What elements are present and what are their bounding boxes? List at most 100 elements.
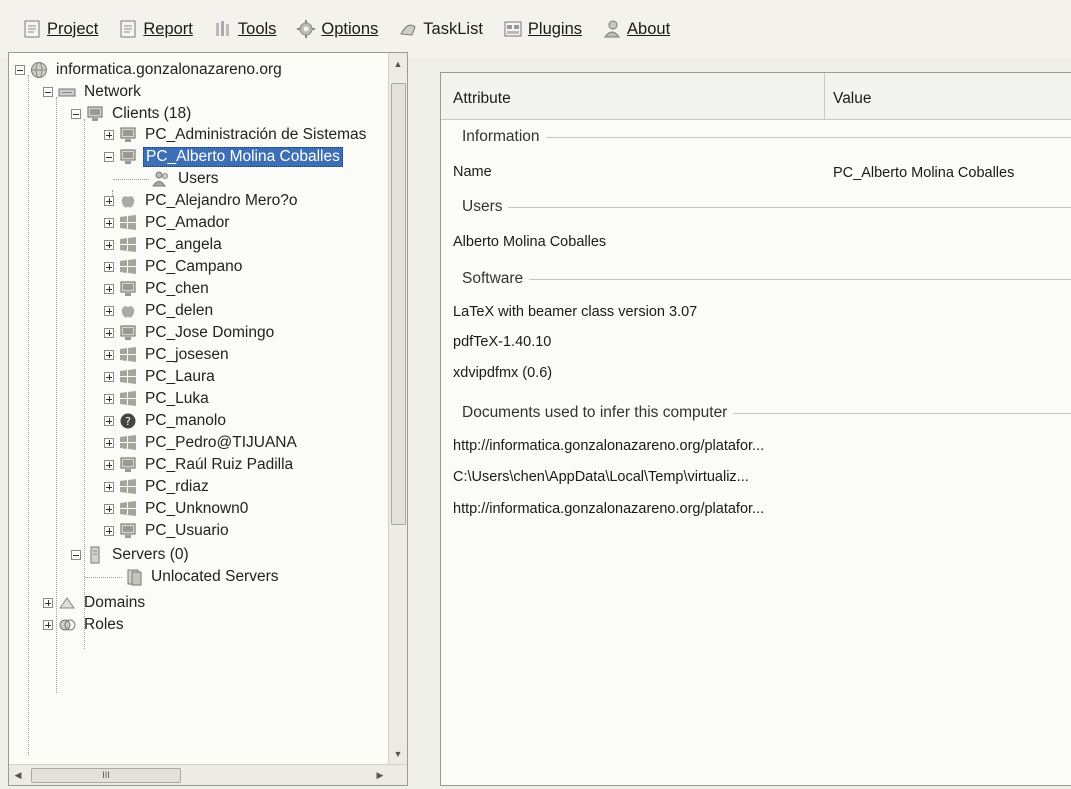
expand-icon[interactable] — [104, 328, 114, 338]
expand-icon[interactable] — [104, 130, 114, 140]
tree-network[interactable]: Network — [43, 81, 143, 103]
tree-client-label: PC_rdiaz — [145, 478, 209, 495]
scroll-up-icon[interactable]: ▲ — [389, 55, 407, 73]
about-icon — [604, 20, 620, 38]
tree-root[interactable]: informatica.gonzalonazareno.org — [15, 59, 284, 81]
tree-client-item[interactable]: PC_angela — [104, 234, 224, 256]
menu-bar: Project Report Tools Options TaskList Pl… — [0, 0, 1071, 58]
windows-icon — [120, 237, 136, 252]
menu-report[interactable]: Report — [118, 19, 193, 39]
menu-project-label: Project — [47, 19, 99, 38]
tree-client-label: PC_Alejandro Mero?o — [145, 192, 298, 209]
tree-view[interactable]: informatica.gonzalonazareno.org Network … — [9, 53, 389, 765]
tree-client-item[interactable]: PC_Usuario — [104, 520, 231, 542]
tree-panel[interactable]: informatica.gonzalonazareno.org Network … — [8, 52, 408, 786]
apple-icon — [121, 196, 135, 208]
menu-tasklist[interactable]: TaskList — [398, 19, 483, 39]
group-divider — [529, 278, 1071, 280]
tree-root-label: informatica.gonzalonazareno.org — [56, 61, 282, 78]
tree-client-item-selected[interactable]: PC_Alberto Molina Coballes — [104, 146, 343, 168]
tree-client-item[interactable]: PC_rdiaz — [104, 476, 211, 498]
tree-client-item[interactable]: PC_Laura — [104, 366, 217, 388]
attr-name-label: Name — [453, 164, 492, 180]
expand-icon[interactable] — [104, 526, 114, 536]
tree-client-label: PC_josesen — [145, 346, 229, 363]
menu-report-label: Report — [143, 19, 193, 38]
windows-icon — [120, 391, 136, 406]
tree-clients[interactable]: Clients (18) — [71, 103, 193, 125]
collapse-icon[interactable] — [43, 87, 53, 97]
tree-servers[interactable]: Servers (0) — [71, 544, 191, 566]
expand-icon[interactable] — [43, 598, 53, 608]
expand-icon[interactable] — [104, 306, 114, 316]
expand-icon[interactable] — [104, 218, 114, 228]
expand-icon[interactable] — [104, 284, 114, 294]
tree-client-item[interactable]: PC_Alejandro Mero?o — [104, 190, 300, 212]
software-row: xdvipdfmx (0.6) — [453, 365, 553, 381]
windows-icon — [120, 347, 136, 362]
scroll-right-icon[interactable]: ▶ — [371, 766, 389, 784]
expand-icon[interactable] — [104, 438, 114, 448]
menu-tools[interactable]: Tools — [213, 19, 276, 39]
column-divider[interactable] — [824, 73, 825, 119]
vertical-scroll-thumb[interactable] — [391, 83, 406, 525]
column-attribute[interactable]: Attribute — [453, 90, 511, 108]
tree-client-item[interactable]: PC_chen — [104, 278, 211, 300]
column-value[interactable]: Value — [833, 90, 872, 108]
expand-icon[interactable] — [104, 196, 114, 206]
tree-client-item[interactable]: ? PC_manolo — [104, 410, 228, 432]
tree-client-label: PC_Alberto Molina Coballes — [143, 147, 343, 167]
expand-icon[interactable] — [104, 504, 114, 514]
tree-roles[interactable]: Roles — [43, 614, 126, 636]
expand-icon[interactable] — [104, 350, 114, 360]
vertical-scrollbar[interactable]: ▲ ▼ — [388, 53, 407, 765]
menu-plugins-label: Plugins — [527, 19, 583, 38]
computer-icon — [120, 457, 136, 472]
group-documents-label: Documents used to infer this computer — [462, 404, 728, 421]
tree-client-item[interactable]: PC_Raúl Ruiz Padilla — [104, 454, 295, 476]
tree-client-item[interactable]: PC_Unknown0 — [104, 498, 250, 520]
tree-client-item[interactable]: PC_delen — [104, 300, 215, 322]
tree-client-item[interactable]: PC_Pedro@TIJUANA — [104, 432, 299, 454]
expand-icon[interactable] — [104, 482, 114, 492]
group-divider — [545, 136, 1071, 138]
document-row: http://informatica.gonzalonazareno.org/p… — [453, 438, 765, 454]
scroll-down-icon[interactable]: ▼ — [389, 745, 407, 763]
tree-unlocated-servers[interactable]: Unlocated Servers — [124, 566, 281, 588]
server-icon — [90, 546, 100, 564]
collapse-icon[interactable] — [15, 65, 25, 75]
scroll-left-icon[interactable]: ◀ — [9, 766, 27, 784]
collapse-icon[interactable] — [104, 152, 114, 162]
tree-clients-label: Clients (18) — [112, 105, 192, 122]
menu-plugins[interactable]: Plugins — [503, 19, 582, 39]
horizontal-scrollbar[interactable]: ◀ III ▶ — [9, 764, 407, 785]
menu-options[interactable]: Options — [296, 19, 378, 39]
group-information-label: Information — [462, 128, 540, 145]
computer-icon — [120, 325, 136, 340]
expand-icon[interactable] — [104, 262, 114, 272]
group-divider — [508, 206, 1071, 208]
tree-domains[interactable]: Domains — [43, 592, 147, 614]
expand-icon[interactable] — [104, 460, 114, 470]
horizontal-scroll-thumb[interactable]: III — [31, 768, 181, 783]
expand-icon[interactable] — [104, 394, 114, 404]
collapse-icon[interactable] — [71, 109, 81, 119]
expand-icon[interactable] — [104, 372, 114, 382]
tree-client-label: PC_chen — [145, 280, 209, 297]
svg-text:?: ? — [125, 415, 131, 428]
expand-icon[interactable] — [104, 416, 114, 426]
tree-client-item[interactable]: PC_Administración de Sistemas — [104, 124, 368, 146]
collapse-icon[interactable] — [71, 550, 81, 560]
tree-users-node[interactable]: Users — [151, 168, 220, 190]
tree-client-label: PC_Pedro@TIJUANA — [145, 434, 297, 451]
menu-project[interactable]: Project — [22, 19, 98, 39]
menu-about[interactable]: About — [602, 19, 670, 39]
expand-icon[interactable] — [104, 240, 114, 250]
tree-client-item[interactable]: PC_Luka — [104, 388, 211, 410]
tree-client-item[interactable]: PC_Campano — [104, 256, 244, 278]
group-information: Information — [453, 126, 1071, 148]
tree-client-item[interactable]: PC_Amador — [104, 212, 231, 234]
tree-client-item[interactable]: PC_Jose Domingo — [104, 322, 276, 344]
tree-client-item[interactable]: PC_josesen — [104, 344, 231, 366]
expand-icon[interactable] — [43, 620, 53, 630]
